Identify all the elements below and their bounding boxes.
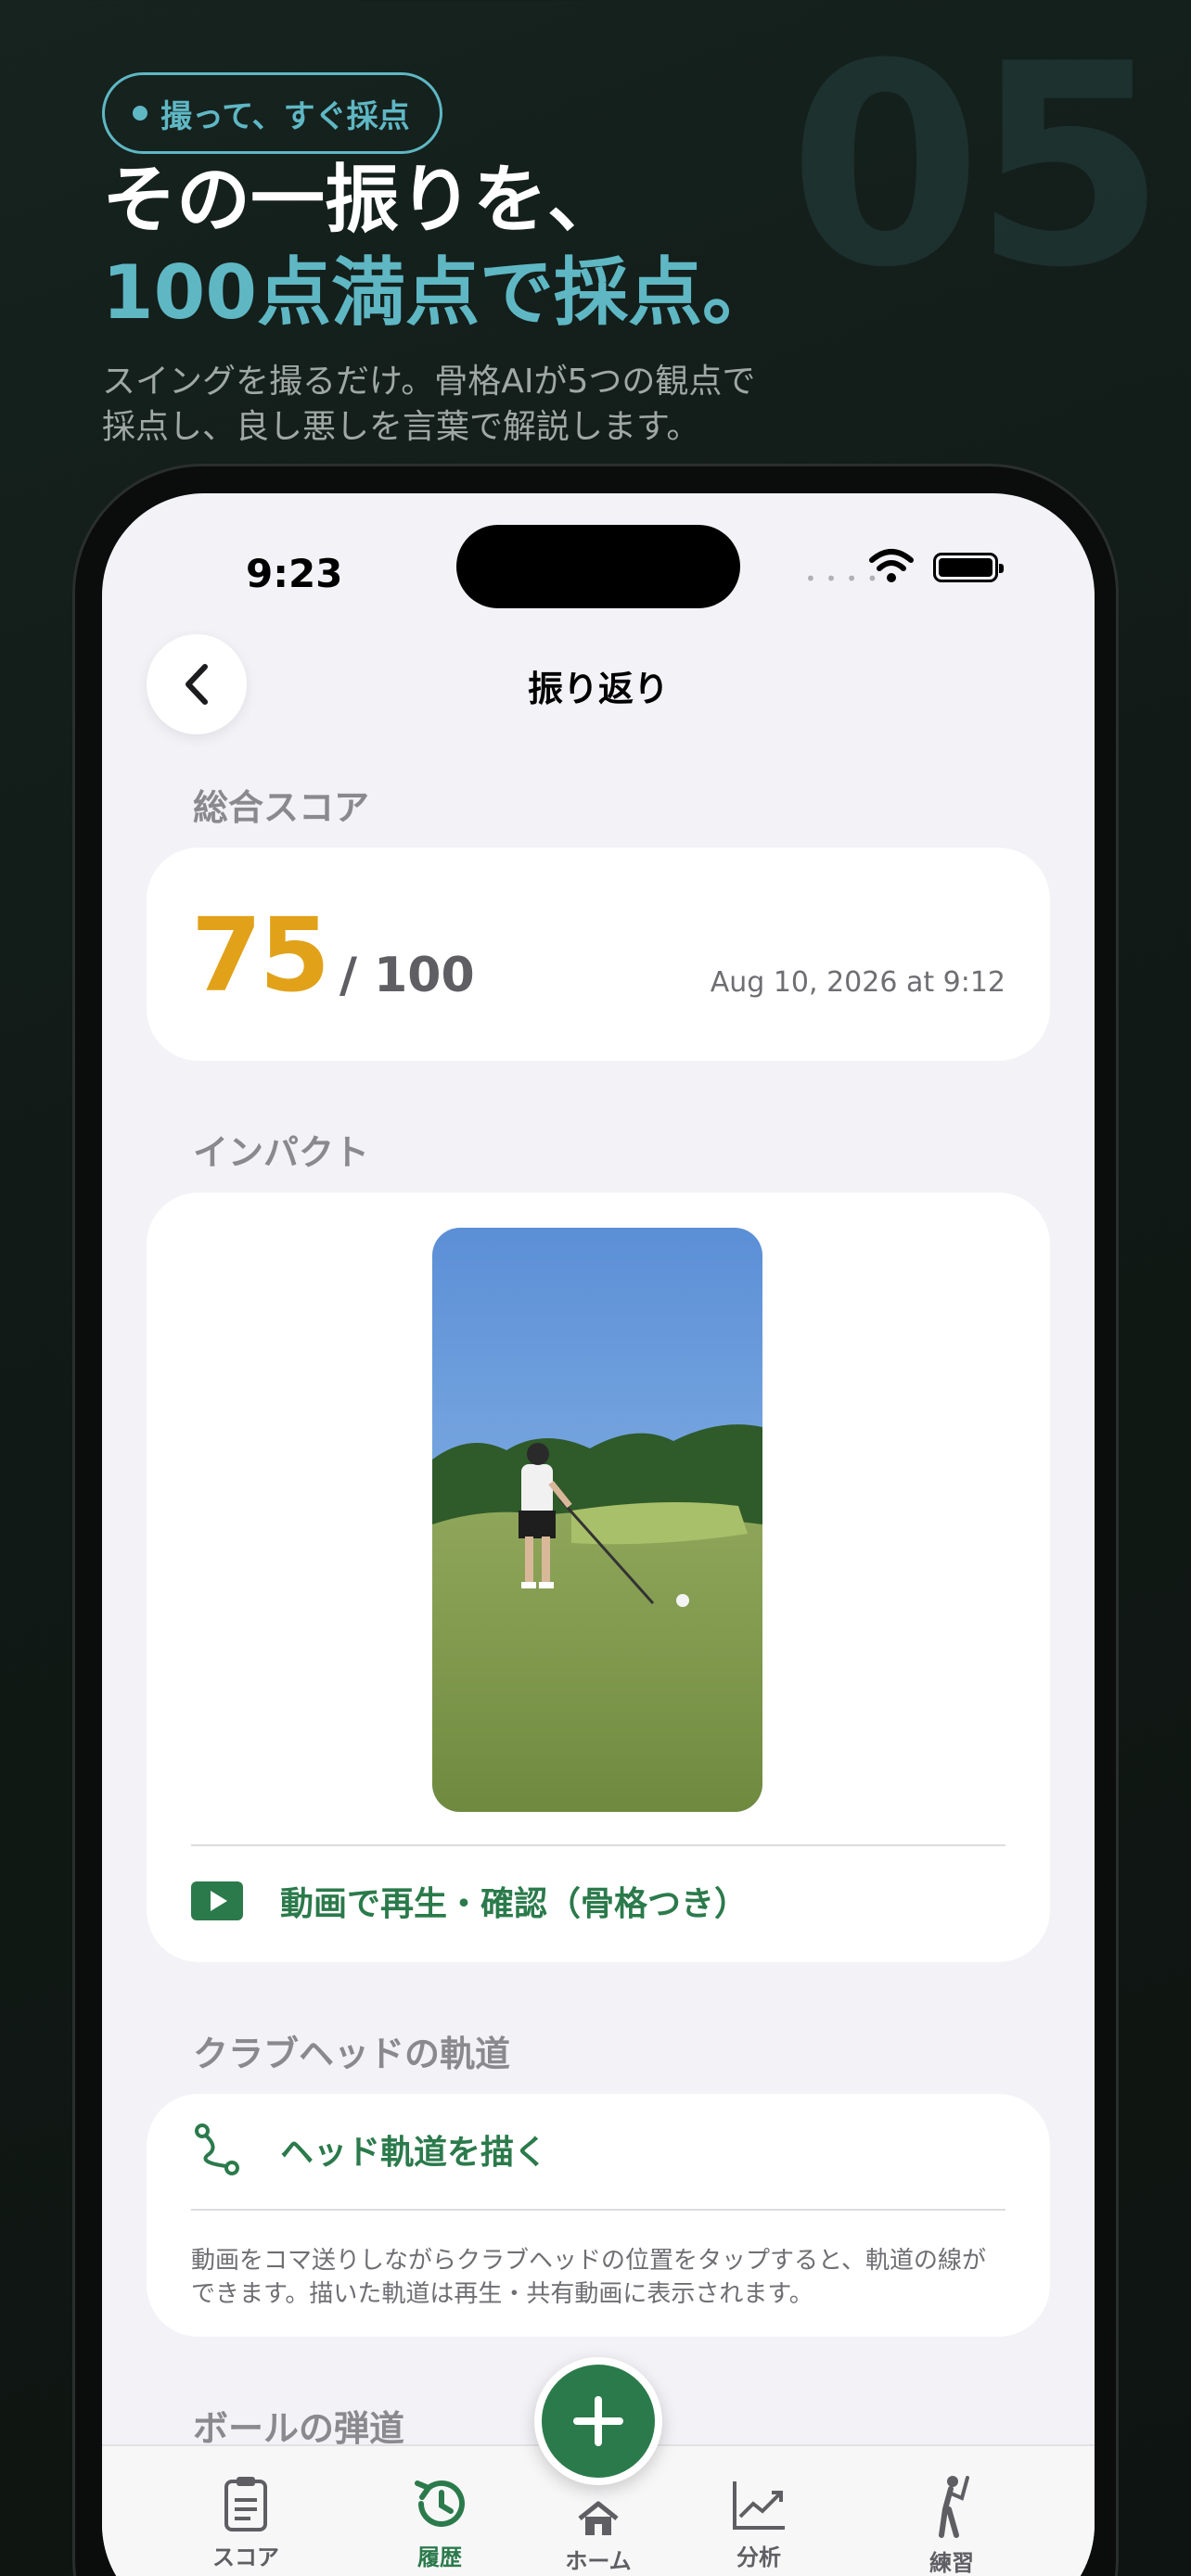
impact-video-thumbnail[interactable]: [432, 1228, 762, 1812]
score-denominator: / 100: [339, 948, 475, 1003]
tab-practice-label: 練習: [929, 2550, 974, 2576]
draw-path-label: ヘッド軌道を描く: [280, 2134, 548, 2172]
golfer-icon: [939, 2476, 969, 2538]
background-number: 05: [788, 5, 1166, 328]
clipboard-icon: [224, 2477, 267, 2531]
play-icon: [191, 1881, 243, 1920]
headline-line-2: 100点満点で採点。: [102, 249, 776, 336]
tab-history[interactable]: 履歴: [375, 2474, 505, 2571]
subtitle-line-2: 採点し、良し悪しを言葉で解説します。: [102, 407, 700, 446]
score-card: 75 / 100 Aug 10, 2026 at 9:12: [147, 848, 1050, 1061]
club-path-description: 動画をコマ送りしながらクラブヘッドの位置をタップすると、軌道の線ができます。描い…: [191, 2247, 986, 2309]
impact-section-label: インパクト: [193, 1132, 370, 1173]
home-icon: [578, 2501, 619, 2535]
tab-practice[interactable]: 練習: [887, 2474, 1017, 2576]
impact-divider: [191, 1844, 1005, 1846]
plus-icon: [573, 2396, 623, 2446]
tab-score[interactable]: スコア: [181, 2474, 311, 2571]
golf-swing-image: [432, 1228, 762, 1812]
draw-path-button[interactable]: ヘッド軌道を描く: [191, 2122, 547, 2177]
ball-section-label: ボールの弾道: [193, 2408, 405, 2449]
dynamic-island: [456, 525, 740, 608]
club-divider: [191, 2209, 1005, 2211]
score-section-label: 総合スコア: [193, 787, 370, 828]
history-icon: [415, 2480, 465, 2527]
status-time: 9:23: [246, 551, 343, 596]
hero-subtitle: スイングを撮るだけ。骨格AIが5つの観点で 採点し、良し悪しを言葉で解説します。: [102, 360, 844, 450]
feature-pill: 撮って、すぐ採点: [102, 72, 442, 154]
play-video-link[interactable]: 動画で再生・確認（骨格つき）: [191, 1877, 748, 1925]
tab-history-label: 履歴: [417, 2544, 462, 2570]
impact-card: 動画で再生・確認（骨格つき）: [147, 1192, 1050, 1962]
phone-screen: 9:23 • • • • 振り返り 総合スコア 75 / 100 Aug 10,…: [102, 493, 1095, 2576]
tab-analysis-label: 分析: [736, 2544, 781, 2570]
total-score: 75: [191, 896, 330, 1014]
play-video-label: 動画で再生・確認（骨格つき）: [280, 1885, 749, 1923]
tab-score-label: スコア: [212, 2544, 279, 2570]
chart-icon: [733, 2481, 785, 2530]
path-icon: [195, 2123, 239, 2175]
tab-home-label: ホーム: [565, 2548, 632, 2574]
club-path-card: ヘッド軌道を描く 動画をコマ送りしながらクラブヘッドの位置をタップすると、軌道の…: [147, 2094, 1050, 2337]
pill-dot-icon: [133, 106, 147, 121]
page-title: 振り返り: [527, 669, 669, 709]
battery-icon: [933, 553, 1004, 582]
club-section-label: クラブヘッドの軌道: [193, 2034, 511, 2074]
headline-line-1: その一振りを、: [102, 157, 621, 243]
tab-analysis[interactable]: 分析: [694, 2474, 824, 2571]
subtitle-line-1: スイングを撮るだけ。骨格AIが5つの観点で: [102, 363, 756, 401]
add-button[interactable]: [534, 2357, 662, 2485]
pill-text: 撮って、すぐ採点: [160, 97, 410, 135]
wifi-icon: [869, 549, 914, 582]
tab-home[interactable]: ホーム: [533, 2500, 663, 2575]
score-date: Aug 10, 2026 at 9:12: [710, 966, 1005, 999]
